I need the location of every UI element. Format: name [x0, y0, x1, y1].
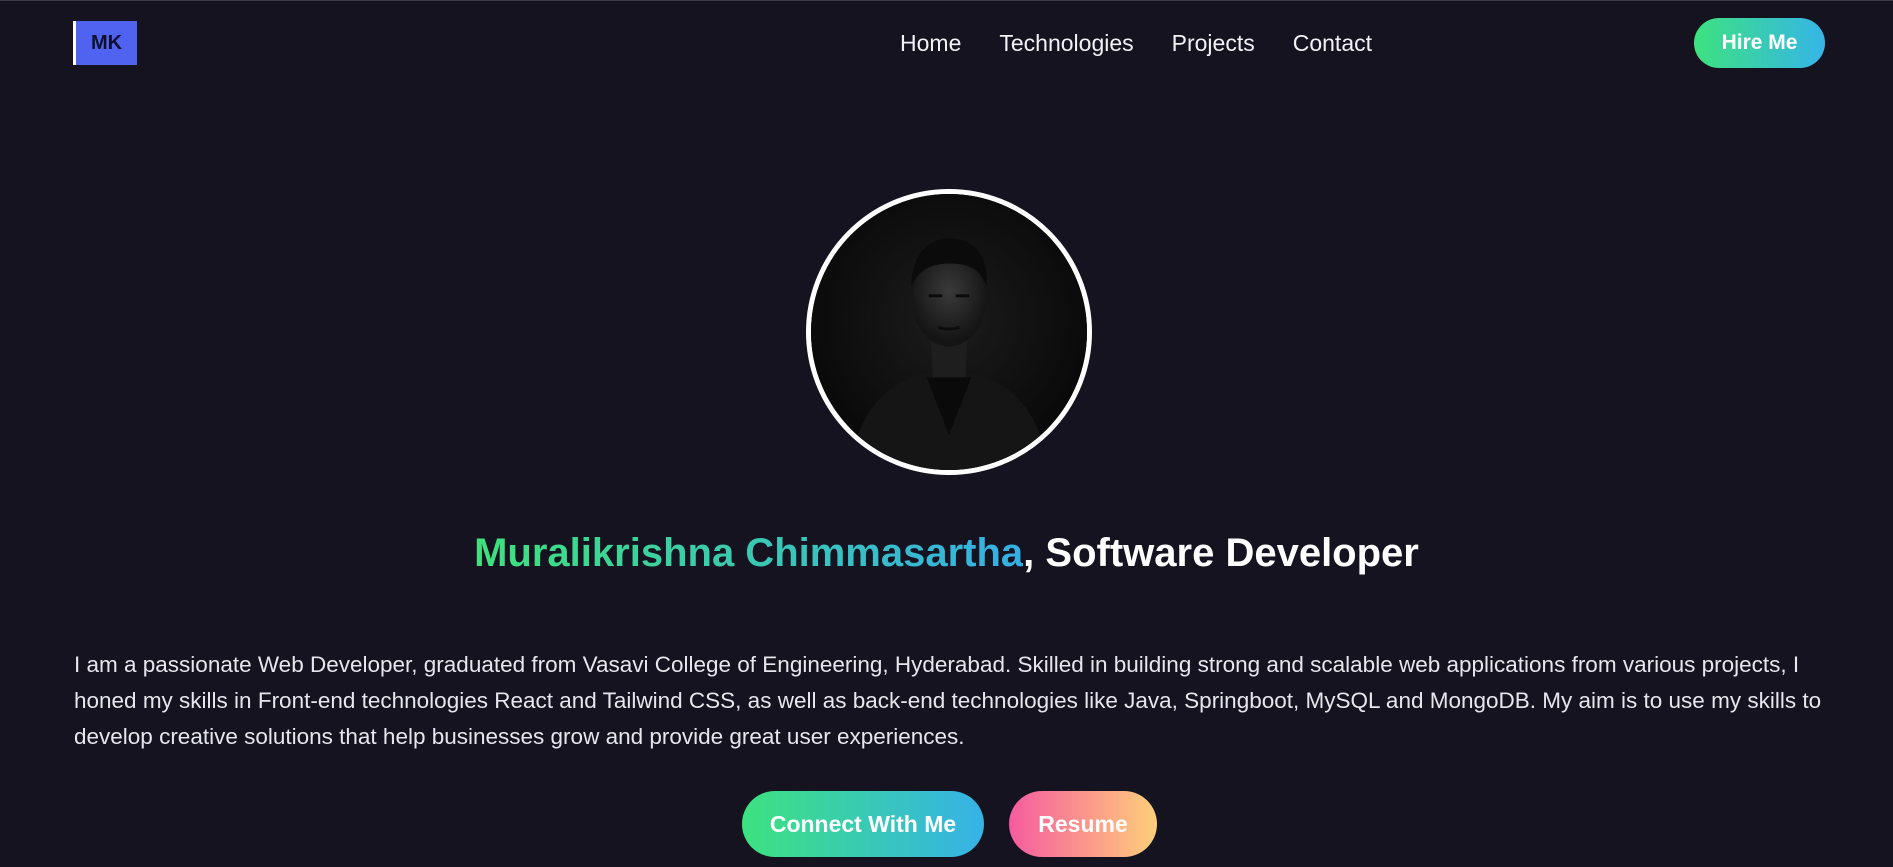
resume-button[interactable]: Resume	[1009, 791, 1157, 857]
connect-with-me-button[interactable]: Connect With Me	[742, 791, 984, 857]
title-separator: ,	[1023, 531, 1046, 575]
developer-name: Muralikrishna Chimmasartha	[474, 531, 1024, 575]
navbar: MK Home Technologies Projects Contact Hi…	[0, 1, 1893, 85]
nav-link-contact[interactable]: Contact	[1293, 30, 1372, 57]
avatar	[806, 189, 1092, 475]
bio-paragraph: I am a passionate Web Developer, graduat…	[74, 652, 1822, 749]
page-title: Muralikrishna Chimmasartha, Software Dev…	[0, 531, 1893, 576]
profile-photo-icon	[811, 194, 1087, 470]
nav-link-home[interactable]: Home	[900, 30, 961, 57]
developer-role: Software Developer	[1045, 531, 1419, 575]
logo[interactable]: MK	[73, 21, 137, 65]
nav-link-projects[interactable]: Projects	[1172, 30, 1255, 57]
hire-me-button[interactable]: Hire Me	[1694, 18, 1825, 68]
nav-link-technologies[interactable]: Technologies	[999, 30, 1133, 57]
nav-links: Home Technologies Projects Contact	[900, 17, 1372, 69]
